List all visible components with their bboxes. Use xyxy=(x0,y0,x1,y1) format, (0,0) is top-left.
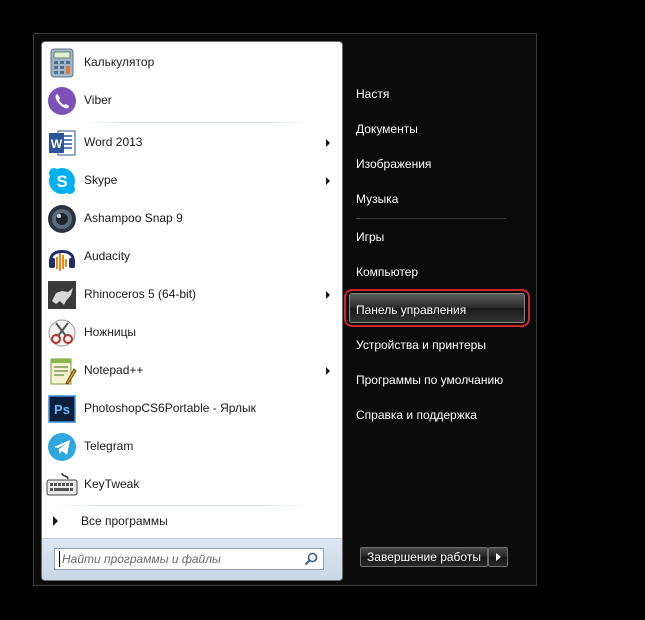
notepad-plus-plus-icon xyxy=(46,355,78,387)
program-item-notepad-plus-plus[interactable]: Notepad++ xyxy=(42,352,342,390)
word-icon: W xyxy=(46,127,78,159)
program-label: Ножницы xyxy=(84,325,137,339)
start-menu: Калькулятор Viber W Word 2013 S Skype As… xyxy=(33,33,537,586)
places-item-computer[interactable]: Компьютер xyxy=(356,265,418,279)
rhinoceros-icon xyxy=(46,279,78,311)
program-item-ashampoo-snap[interactable]: Ashampoo Snap 9 xyxy=(42,200,342,238)
program-item-audacity[interactable]: Audacity xyxy=(42,238,342,276)
program-label: Telegram xyxy=(84,439,134,453)
program-label: Notepad++ xyxy=(84,363,144,377)
program-label: Ashampoo Snap 9 xyxy=(84,211,183,225)
submenu-arrow-icon xyxy=(326,177,330,185)
program-item-calculator[interactable]: Калькулятор xyxy=(42,44,342,82)
separator xyxy=(84,122,310,123)
places-item-games[interactable]: Игры xyxy=(356,230,384,244)
ashampoo-snap-icon xyxy=(46,203,78,235)
program-label: Rhinoceros 5 (64-bit) xyxy=(84,287,197,301)
all-programs-button[interactable]: Все программы xyxy=(42,509,342,533)
search-input[interactable] xyxy=(59,551,302,567)
places-item-default-programs[interactable]: Программы по умолчанию xyxy=(356,373,503,387)
program-item-viber[interactable]: Viber xyxy=(42,82,342,120)
places-item-pictures[interactable]: Изображения xyxy=(356,157,431,171)
program-item-keytweak[interactable]: KeyTweak xyxy=(42,466,342,504)
arrow-right-icon xyxy=(53,516,58,526)
program-label: Калькулятор xyxy=(84,55,155,69)
separator xyxy=(54,505,310,506)
control-panel-label: Панель управления xyxy=(356,303,467,317)
program-item-scissors[interactable]: Ножницы xyxy=(42,314,342,352)
program-item-skype[interactable]: S Skype xyxy=(42,162,342,200)
places-item-documents[interactable]: Документы xyxy=(356,122,418,136)
svg-text:Ps: Ps xyxy=(54,402,70,417)
audacity-icon xyxy=(46,241,78,273)
viber-icon xyxy=(46,85,78,117)
search-icon[interactable] xyxy=(303,551,319,567)
program-label: PhotoshopCS6Portable - Ярлык xyxy=(84,401,256,415)
program-label: Word 2013 xyxy=(84,135,143,149)
submenu-arrow-icon xyxy=(326,291,330,299)
skype-icon: S xyxy=(46,165,78,197)
programs-pane: Калькулятор Viber W Word 2013 S Skype As… xyxy=(41,41,343,581)
places-item-devices-printers[interactable]: Устройства и принтеры xyxy=(356,338,486,352)
shutdown-options-button[interactable] xyxy=(488,547,508,567)
program-item-rhinoceros[interactable]: Rhinoceros 5 (64-bit) xyxy=(42,276,342,314)
places-item-music[interactable]: Музыка xyxy=(356,192,398,206)
separator xyxy=(356,218,506,219)
program-item-telegram[interactable]: Telegram xyxy=(42,428,342,466)
arrow-right-icon xyxy=(496,553,501,561)
telegram-icon xyxy=(46,431,78,463)
program-label: Audacity xyxy=(84,249,131,263)
program-label: Viber xyxy=(84,93,112,107)
svg-text:S: S xyxy=(56,172,67,191)
shutdown-button[interactable]: Завершение работы xyxy=(360,547,488,567)
places-item-help-support[interactable]: Справка и поддержка xyxy=(356,408,477,422)
photoshop-icon: Ps xyxy=(46,393,78,425)
keyboard-icon xyxy=(46,469,78,501)
svg-text:W: W xyxy=(51,137,63,151)
places-item-user[interactable]: Настя xyxy=(356,87,389,101)
program-label: Skype xyxy=(84,173,118,187)
submenu-arrow-icon xyxy=(326,367,330,375)
program-item-photoshop[interactable]: Ps PhotoshopCS6Portable - Ярлык xyxy=(42,390,342,428)
places-pane: Настя Документы Изображения Музыка Игры … xyxy=(344,34,534,585)
search-area xyxy=(42,538,342,580)
calculator-icon xyxy=(46,47,78,79)
search-box xyxy=(54,548,324,570)
all-programs-label: Все программы xyxy=(81,514,168,528)
program-item-word[interactable]: W Word 2013 xyxy=(42,124,342,162)
submenu-arrow-icon xyxy=(326,139,330,147)
program-label: KeyTweak xyxy=(84,477,140,491)
scissors-icon xyxy=(46,317,78,349)
